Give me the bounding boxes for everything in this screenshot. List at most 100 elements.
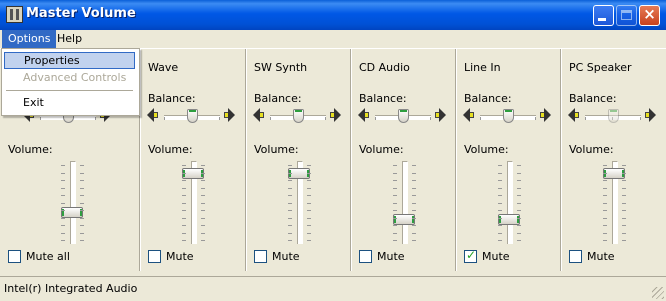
volume-tick — [517, 210, 521, 211]
speaker-left-icon — [462, 108, 474, 122]
status-bar: Intel(r) Integrated Audio — [0, 276, 666, 301]
volume-tick — [517, 180, 521, 181]
mute-checkbox-box[interactable] — [359, 250, 372, 263]
volume-tick — [80, 240, 84, 241]
options-dropdown-menu: Properties Advanced Controls Exit — [1, 48, 140, 116]
volume-tick — [498, 210, 502, 211]
volume-tick — [603, 225, 607, 226]
volume-tick — [307, 202, 311, 204]
volume-tick — [61, 210, 65, 211]
balance-label: Balance: — [359, 92, 407, 105]
channel-title: CD Audio — [359, 61, 410, 74]
volume-thumb[interactable] — [182, 168, 204, 180]
volume-slider-track[interactable] — [402, 161, 408, 244]
volume-tick — [61, 217, 65, 219]
speaker-left-icon — [252, 108, 264, 122]
mute-checkbox-box[interactable] — [8, 250, 21, 263]
volume-tick — [201, 180, 205, 181]
volume-tick — [61, 180, 65, 181]
volume-tick — [622, 217, 626, 219]
balance-thumb[interactable] — [503, 109, 514, 123]
volume-tick — [61, 240, 65, 241]
mute-label: Mute — [587, 250, 615, 263]
volume-tick — [307, 210, 311, 211]
resize-grip-icon[interactable] — [652, 287, 664, 299]
volume-tick — [201, 172, 205, 174]
channel-title: PC Speaker — [569, 61, 632, 74]
balance-slider[interactable] — [146, 107, 238, 127]
mute-checkbox-box[interactable] — [569, 250, 582, 263]
menu-item-advanced-controls: Advanced Controls — [23, 71, 127, 84]
volume-tick — [182, 195, 186, 196]
volume-tick — [622, 240, 626, 241]
volume-tick — [393, 210, 397, 211]
volume-thumb[interactable] — [603, 168, 625, 180]
volume-tick — [412, 195, 416, 196]
balance-label: Balance: — [464, 92, 512, 105]
channel-pc-speaker: PC Speaker Balance: Volume: Mute — [561, 49, 666, 271]
channel-title: SW Synth — [254, 61, 308, 74]
volume-tick — [182, 187, 186, 189]
channel-title: Line In — [464, 61, 501, 74]
volume-tick — [603, 187, 607, 189]
balance-slider[interactable] — [252, 107, 344, 127]
volume-tick — [622, 232, 626, 234]
mute-label: Mute — [166, 250, 194, 263]
volume-slider-track[interactable] — [70, 161, 76, 244]
title-bar[interactable]: Master Volume × — [0, 0, 666, 30]
speaker-right-icon — [224, 108, 236, 122]
balance-thumb[interactable] — [293, 109, 304, 123]
balance-thumb[interactable] — [398, 109, 409, 123]
maximize-button — [616, 5, 637, 26]
volume-tick — [201, 225, 205, 226]
menu-item-exit[interactable]: Exit — [4, 94, 135, 111]
volume-tick — [412, 172, 416, 174]
volume-tick — [201, 210, 205, 211]
menu-item-properties[interactable]: Properties — [4, 52, 135, 69]
volume-thumb[interactable] — [393, 214, 415, 226]
volume-tick — [498, 202, 502, 204]
volume-tick — [622, 225, 626, 226]
volume-tick — [622, 165, 626, 166]
volume-tick — [622, 187, 626, 189]
volume-label: Volume: — [569, 143, 614, 156]
balance-thumb[interactable] — [187, 109, 198, 123]
volume-tick — [393, 240, 397, 241]
volume-tick — [307, 195, 311, 196]
menu-bar: Options Help — [0, 30, 666, 49]
volume-tick — [412, 217, 416, 219]
menu-options[interactable]: Options — [2, 30, 57, 48]
volume-tick — [182, 202, 186, 204]
channel-wave: Wave Balance: Volume: Mute — [140, 49, 246, 271]
volume-tick — [182, 225, 186, 226]
volume-tick — [498, 225, 502, 226]
mute-label: Mute — [377, 250, 405, 263]
volume-tick — [288, 180, 292, 181]
volume-thumb[interactable] — [288, 168, 310, 180]
volume-control-app-icon[interactable] — [6, 6, 23, 23]
volume-tick — [603, 210, 607, 211]
volume-tick — [288, 240, 292, 241]
volume-tick — [61, 202, 65, 204]
close-button[interactable]: × — [639, 5, 660, 26]
minimize-button[interactable] — [593, 5, 614, 26]
volume-tick — [61, 172, 65, 174]
maximize-icon — [621, 10, 632, 20]
mute-checkbox-box[interactable]: ✓ — [464, 248, 477, 263]
channel-title: Wave — [148, 61, 179, 74]
volume-thumb[interactable] — [61, 207, 83, 219]
volume-slider-track[interactable] — [507, 161, 513, 244]
mute-checkbox-box[interactable] — [254, 250, 267, 263]
volume-tick — [61, 195, 65, 196]
balance-slider[interactable] — [462, 107, 554, 127]
volume-tick — [80, 202, 84, 204]
volume-tick — [603, 240, 607, 241]
volume-thumb[interactable] — [498, 214, 520, 226]
mute-checkbox-box[interactable] — [148, 250, 161, 263]
volume-tick — [393, 187, 397, 189]
volume-tick — [307, 232, 311, 234]
balance-slider[interactable] — [357, 107, 449, 127]
master-volume-window: Master Volume × Options Help Volume: Mut… — [0, 0, 666, 301]
volume-tick — [622, 195, 626, 196]
menu-help[interactable]: Help — [51, 30, 88, 48]
